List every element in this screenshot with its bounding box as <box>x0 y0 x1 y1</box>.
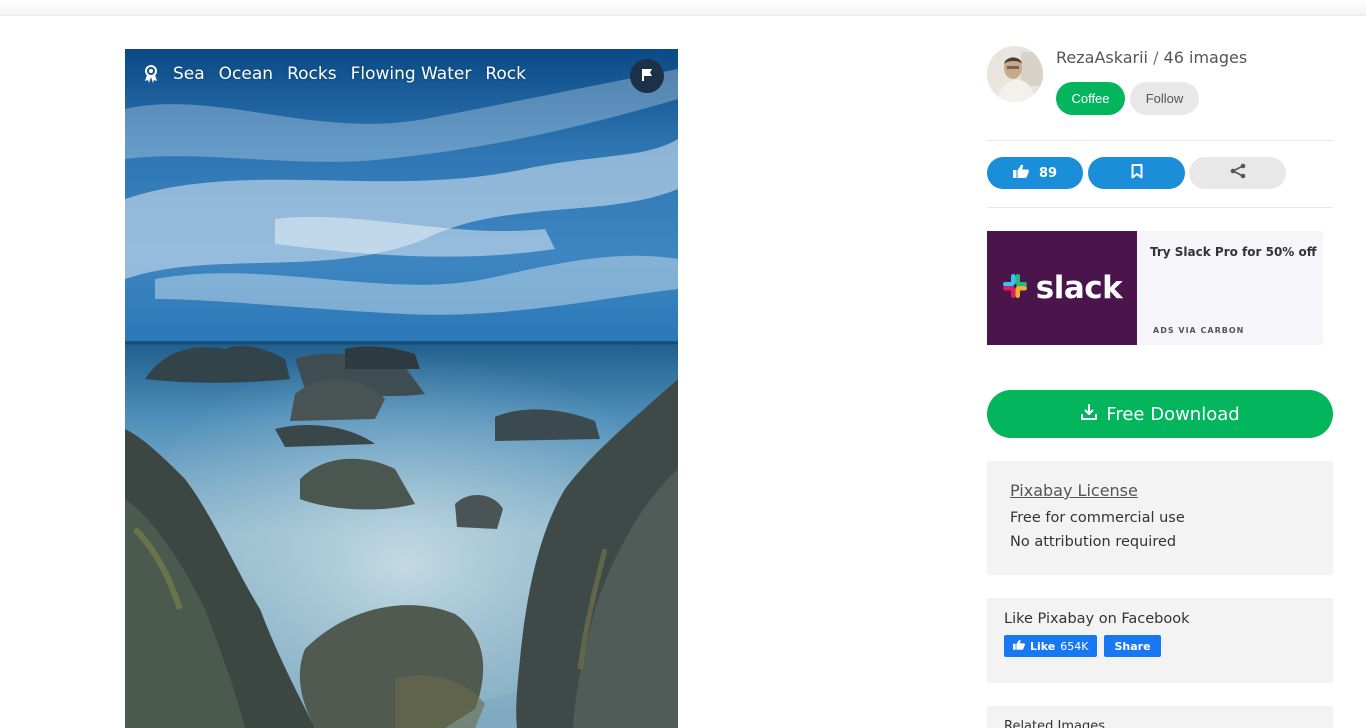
username-separator: / <box>1147 48 1164 67</box>
free-download-button[interactable]: Free Download <box>987 390 1333 438</box>
facebook-like-label: Like <box>1030 639 1056 653</box>
images-count[interactable]: 46 images <box>1164 48 1248 67</box>
tag-link[interactable]: Flowing Water <box>351 64 472 84</box>
download-icon <box>1080 403 1098 426</box>
ad-logo[interactable]: slack <box>987 231 1137 345</box>
report-flag-button[interactable] <box>630 59 664 93</box>
action-bar: 89 <box>987 157 1333 189</box>
photo-scene <box>125 49 678 728</box>
avatar[interactable] <box>987 46 1043 102</box>
ad-headline[interactable]: Try Slack Pro for 50% off <box>1150 245 1316 259</box>
tag-link[interactable]: Rocks <box>287 64 337 84</box>
divider <box>987 140 1333 141</box>
top-bar <box>0 0 1366 16</box>
award-icon <box>143 65 159 83</box>
license-box: Pixabay License Free for commercial use … <box>987 461 1333 575</box>
tag-list: Sea Ocean Rocks Flowing Water Rock <box>173 64 526 84</box>
user-panel: RezaAskarii / 46 images Coffee Follow <box>987 46 1333 126</box>
flag-icon <box>640 67 654 86</box>
related-images-box: Related Images <box>987 706 1333 728</box>
ad-via-label[interactable]: ADS VIA CARBON <box>1153 326 1244 335</box>
related-images-title: Related Images <box>1004 719 1105 728</box>
username-line: RezaAskarii / 46 images <box>1056 48 1247 67</box>
facebook-buttons: Like 654K Share <box>1004 635 1316 657</box>
license-line: Free for commercial use <box>1010 510 1185 526</box>
tag-link[interactable]: Ocean <box>219 64 273 84</box>
follow-button[interactable]: Follow <box>1130 82 1199 115</box>
facebook-share-button[interactable]: Share <box>1104 635 1161 657</box>
bookmark-button[interactable] <box>1088 157 1185 189</box>
main-photo[interactable]: Sea Ocean Rocks Flowing Water Rock <box>125 49 678 728</box>
license-line: No attribution required <box>1010 534 1177 550</box>
tag-link[interactable]: Sea <box>173 64 205 84</box>
coffee-button[interactable]: Coffee <box>1056 82 1125 115</box>
photo-tags: Sea Ocean Rocks Flowing Water Rock <box>143 64 526 84</box>
slack-logo-icon <box>1002 273 1028 303</box>
like-button[interactable]: 89 <box>987 157 1083 189</box>
divider <box>987 207 1333 208</box>
download-label: Free Download <box>1106 403 1240 425</box>
facebook-title: Like Pixabay on Facebook <box>1004 611 1190 627</box>
username-link[interactable]: RezaAskarii <box>1056 48 1148 67</box>
ad-brand: slack <box>1035 270 1123 306</box>
facebook-box: Like Pixabay on Facebook Like 654K Share <box>987 598 1333 683</box>
thumbs-up-icon <box>1013 639 1025 653</box>
facebook-like-button[interactable]: Like 654K <box>1004 635 1098 657</box>
carbon-ad[interactable]: slack Try Slack Pro for 50% off ADS VIA … <box>987 231 1323 345</box>
tag-link[interactable]: Rock <box>485 64 526 84</box>
license-link[interactable]: Pixabay License <box>1010 481 1310 500</box>
thumbs-up-icon <box>1012 164 1029 182</box>
share-icon <box>1230 163 1246 183</box>
facebook-like-count: 654K <box>1060 639 1089 653</box>
like-count: 89 <box>1038 165 1058 181</box>
share-button[interactable] <box>1189 157 1286 189</box>
bookmark-icon <box>1131 163 1143 183</box>
